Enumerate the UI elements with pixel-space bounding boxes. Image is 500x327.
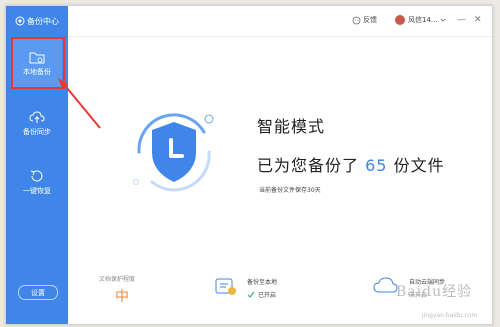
annotation-arrow <box>58 78 101 129</box>
watermark: Baidu经验 <box>396 284 473 300</box>
watermark-sub: jingyan.baidu.com <box>422 312 478 319</box>
